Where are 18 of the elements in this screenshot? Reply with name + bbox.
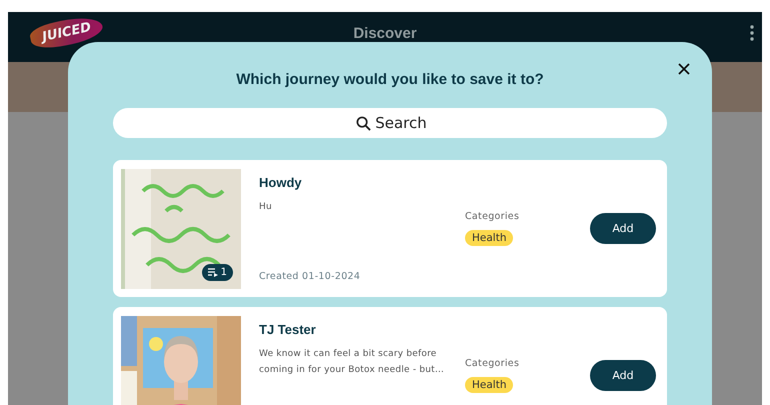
more-icon[interactable] bbox=[750, 25, 754, 41]
close-icon[interactable] bbox=[678, 63, 690, 75]
category-tag: Health bbox=[465, 377, 514, 393]
add-button[interactable]: Add bbox=[590, 360, 656, 391]
dialog-title: Which journey would you like to save it to? bbox=[235, 71, 545, 88]
category-tag: Health bbox=[465, 230, 514, 246]
journey-title: TJ Tester bbox=[259, 322, 317, 337]
categories-label: Categories bbox=[465, 358, 520, 369]
created-date: Created 01-10-2024 bbox=[259, 271, 362, 282]
search-field[interactable]: Search bbox=[113, 108, 667, 138]
journey-title: Howdy bbox=[259, 175, 303, 190]
add-button[interactable]: Add bbox=[590, 213, 656, 244]
categories-label: Categories bbox=[465, 211, 520, 222]
journey-description: Hu bbox=[259, 201, 273, 214]
journey-description: We know it can feel a bit scary before coming in for your Botox needle - but… bbox=[259, 348, 446, 377]
item-count: 1 bbox=[220, 267, 227, 278]
playlist-icon bbox=[208, 268, 218, 277]
page-title: Discover bbox=[353, 24, 417, 42]
